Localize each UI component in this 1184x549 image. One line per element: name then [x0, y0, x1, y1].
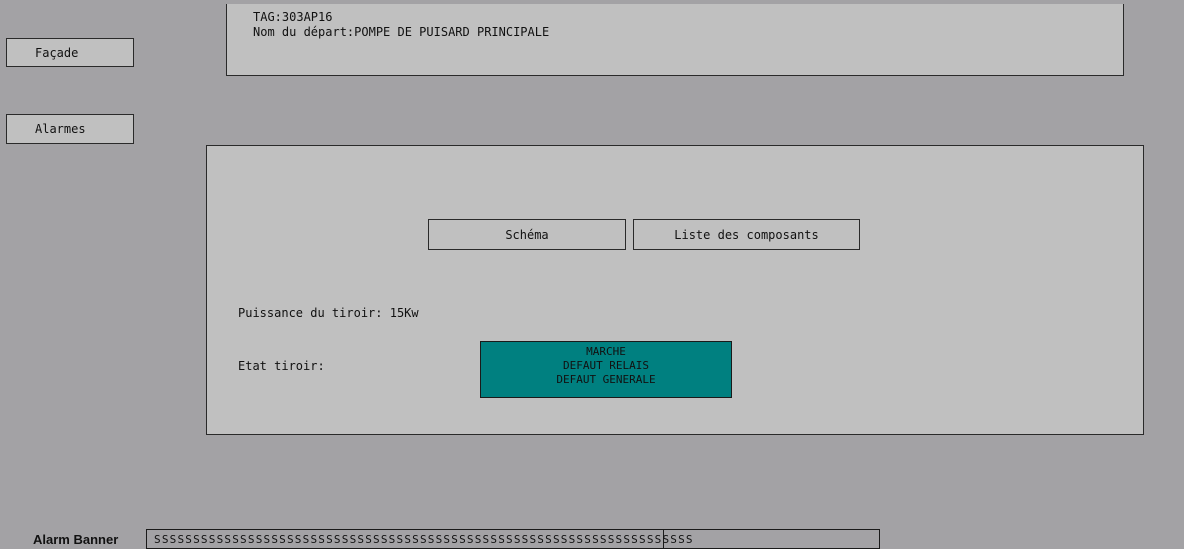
depart-text: Nom du départ:POMPE DE PUISARD PRINCIPAL…	[253, 25, 550, 39]
etat-line-defaut-relais: DEFAUT RELAIS	[562, 359, 650, 372]
etat-line-marche: MARCHE	[586, 345, 626, 358]
alarm-banner-text: SSSSSSSSSSSSSSSSSSSSSSSSSSSSSSSSSSSSSSSS…	[154, 533, 694, 546]
main-panel: Schéma Liste des composants Puissance du…	[206, 145, 1144, 435]
etat-label: Etat tiroir:	[238, 359, 325, 373]
facade-button-label: Façade	[35, 45, 79, 60]
etat-line-defaut-generale: DEFAUT GENERALE	[556, 373, 656, 386]
schema-button-label: Schéma	[505, 227, 549, 242]
schema-button[interactable]: Schéma	[428, 219, 626, 250]
alarmes-button-label: Alarmes	[35, 122, 86, 136]
facade-button[interactable]: Façade	[6, 38, 134, 67]
liste-composants-button-label: Liste des composants	[674, 227, 819, 242]
alarmes-button[interactable]: Alarmes	[6, 114, 134, 144]
etat-status-box: MARCHE DEFAUT RELAIS DEFAUT GENERALE	[480, 341, 732, 398]
puissance-text: Puissance du tiroir: 15Kw	[238, 306, 419, 320]
info-panel: TAG:303AP16 Nom du départ:POMPE DE PUISA…	[226, 4, 1124, 76]
tag-text: TAG:303AP16	[253, 10, 333, 24]
liste-composants-button[interactable]: Liste des composants	[633, 219, 860, 250]
alarm-banner-label: Alarm Banner	[33, 532, 119, 547]
